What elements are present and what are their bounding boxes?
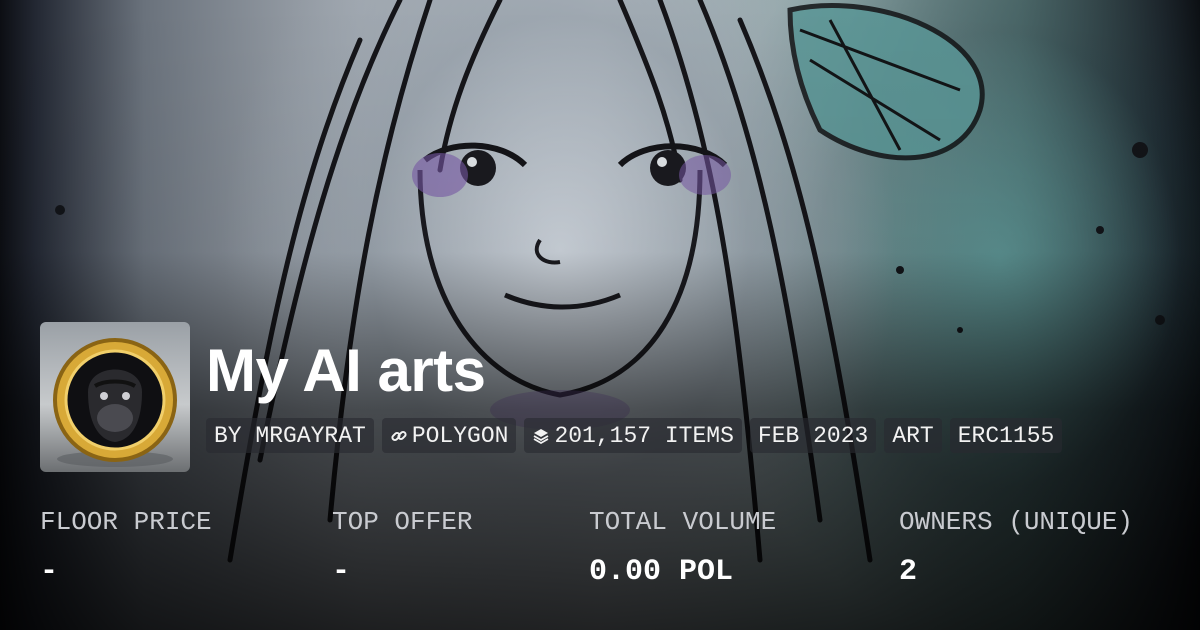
stat-value: -: [332, 555, 351, 589]
stat-value: 2: [899, 555, 918, 589]
standard-tag-label: ERC1155: [957, 422, 1055, 449]
stat-floor-price: FLOOR PRICE -: [40, 504, 212, 592]
stat-label: TOP OFFER: [332, 507, 473, 537]
stat-label: OWNERS (UNIQUE): [899, 507, 1134, 537]
standard-tag: ERC1155: [949, 418, 1063, 453]
collection-title: My AI arts: [206, 337, 486, 404]
collection-tags: BY MRGAYRAT POLYGON 201,157 ITEMS FEB 20…: [206, 418, 1063, 453]
items-tag-label: 201,157 ITEMS: [554, 422, 734, 449]
stat-total-volume: TOTAL VOLUME 0.00 POL: [589, 504, 776, 592]
chain-tag-label: POLYGON: [411, 422, 509, 449]
stat-owners: OWNERS (UNIQUE) 2: [899, 504, 1133, 592]
gorilla-coin-icon: [53, 338, 177, 467]
stat-value: -: [40, 555, 59, 589]
layers-icon: [534, 428, 549, 444]
chain-tag[interactable]: POLYGON: [381, 418, 517, 453]
stat-top-offer: TOP OFFER -: [332, 504, 472, 592]
category-tag-label: ART: [892, 422, 934, 449]
stat-label: TOTAL VOLUME: [589, 507, 777, 537]
date-tag: FEB 2023: [749, 418, 877, 453]
creator-tag[interactable]: BY MRGAYRAT: [206, 418, 374, 453]
date-tag-label: FEB 2023: [757, 422, 869, 449]
chain-link-icon: [391, 430, 407, 441]
items-tag[interactable]: 201,157 ITEMS: [524, 418, 742, 453]
creator-tag-label: BY MRGAYRAT: [214, 422, 366, 449]
category-tag[interactable]: ART: [884, 418, 942, 453]
collection-stats: FLOOR PRICE - TOP OFFER - TOTAL VOLUME 0…: [0, 500, 1200, 630]
collection-avatar[interactable]: [40, 322, 190, 472]
stat-value: 0.00 POL: [589, 555, 734, 589]
stat-label: FLOOR PRICE: [40, 507, 212, 537]
